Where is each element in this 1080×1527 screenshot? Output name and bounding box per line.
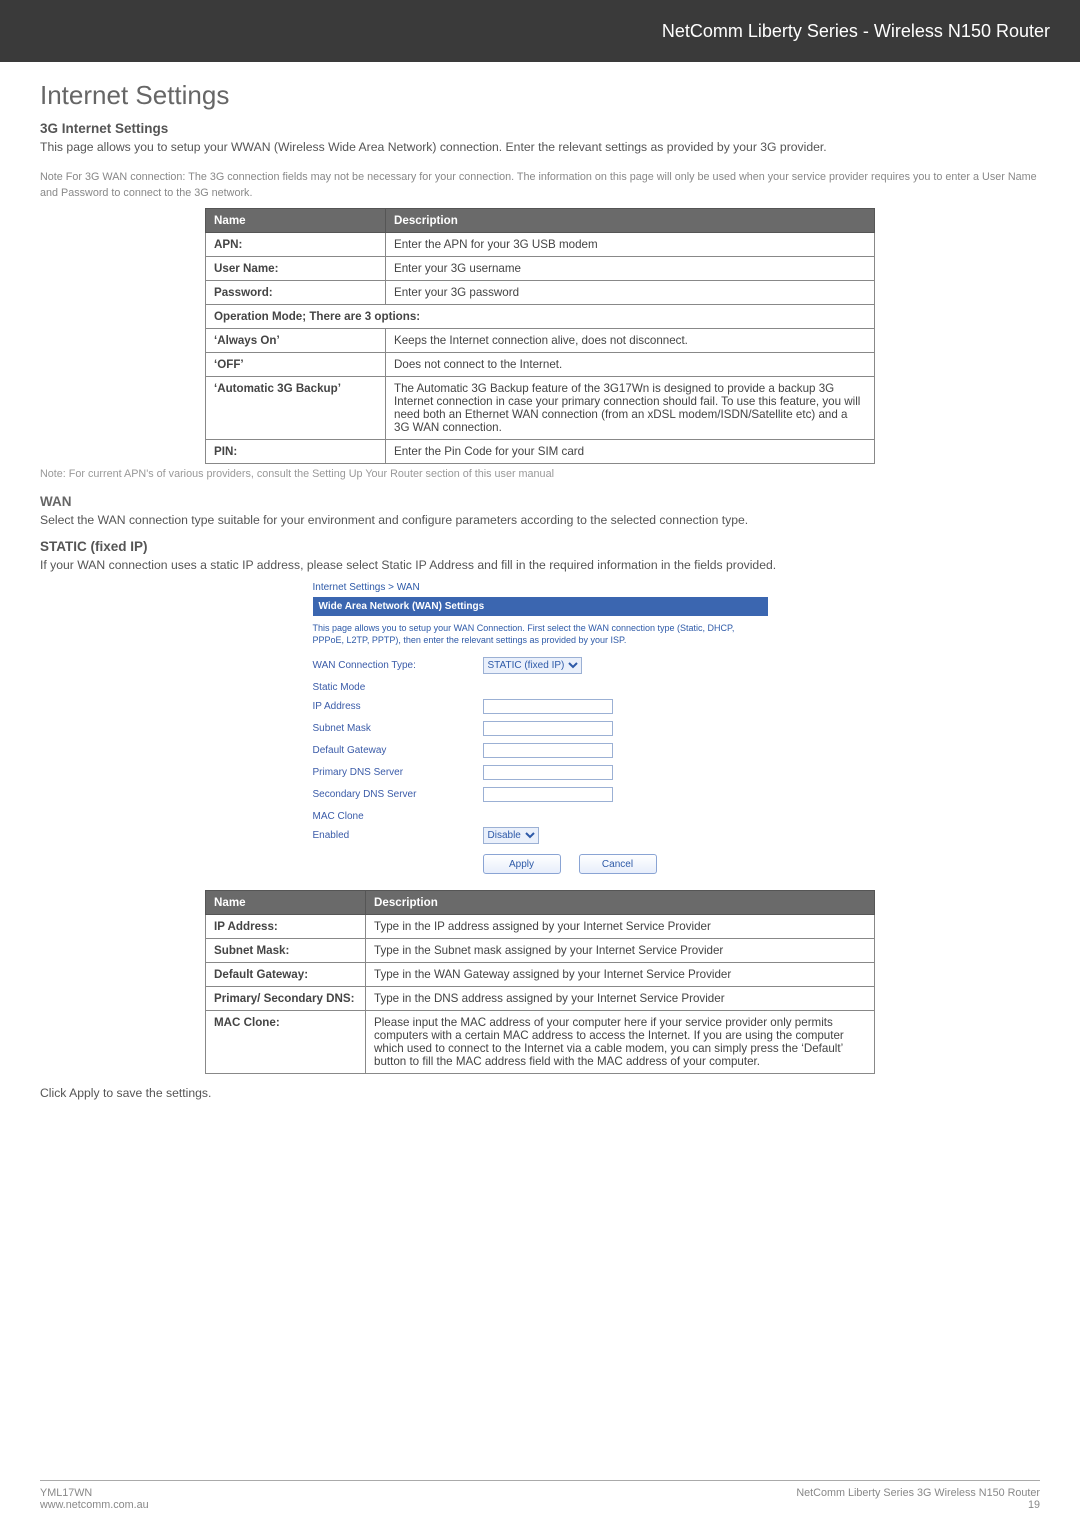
table-row: Default Gateway: Type in the WAN Gateway… [206, 963, 875, 987]
label-ip-address: IP Address [313, 701, 483, 712]
row-subnet-mask: Subnet Mask [313, 717, 768, 739]
cell-name: ‘Automatic 3G Backup’ [206, 376, 386, 439]
th-description: Description [366, 891, 875, 915]
note-apns: Note: For current APN's of various provi… [40, 468, 1040, 480]
cell-desc: Enter your 3G username [386, 256, 875, 280]
table-row: Subnet Mask: Type in the Subnet mask ass… [206, 939, 875, 963]
table-row: MAC Clone: Please input the MAC address … [206, 1011, 875, 1074]
label-secondary-dns: Secondary DNS Server [313, 789, 483, 800]
cell-desc: Keeps the Internet connection alive, doe… [386, 328, 875, 352]
table-row: APN: Enter the APN for your 3G USB modem [206, 232, 875, 256]
input-subnet-mask[interactable] [483, 721, 613, 736]
cell-desc: Enter the Pin Code for your SIM card [386, 439, 875, 463]
cell-name: Primary/ Secondary DNS: [206, 987, 366, 1011]
cell-name: Password: [206, 280, 386, 304]
intro-wan: Select the WAN connection type suitable … [40, 511, 1040, 529]
section-mac-clone: MAC Clone [313, 811, 768, 822]
top-banner: NetComm Liberty Series - Wireless N150 R… [0, 0, 1080, 62]
input-primary-dns[interactable] [483, 765, 613, 780]
table-static-fields: Name Description IP Address: Type in the… [205, 890, 875, 1074]
section-static-mode: Static Mode [313, 682, 768, 693]
input-secondary-dns[interactable] [483, 787, 613, 802]
cell-desc: Type in the IP address assigned by your … [366, 915, 875, 939]
table-3g-settings: Name Description APN: Enter the APN for … [205, 208, 875, 464]
row-ip-address: IP Address [313, 695, 768, 717]
table-row: User Name: Enter your 3G username [206, 256, 875, 280]
wan-settings-screenshot: Internet Settings > WAN Wide Area Networ… [313, 582, 768, 874]
footer-model: YML17WN [40, 1487, 149, 1499]
panel-title: Wide Area Network (WAN) Settings [313, 597, 768, 616]
table-row: ‘Automatic 3G Backup’ The Automatic 3G B… [206, 376, 875, 439]
page-content: Internet Settings 3G Internet Settings T… [0, 62, 1080, 1103]
cell-desc: Type in the WAN Gateway assigned by your… [366, 963, 875, 987]
th-name: Name [206, 891, 366, 915]
table-row: ‘OFF’ Does not connect to the Internet. [206, 352, 875, 376]
row-secondary-dns: Secondary DNS Server [313, 783, 768, 805]
footer-url: www.netcomm.com.au [40, 1499, 149, 1511]
cell-name: Subnet Mask: [206, 939, 366, 963]
heading-static-ip: STATIC (fixed IP) [40, 539, 1040, 554]
breadcrumb: Internet Settings > WAN [313, 582, 768, 593]
panel-intro: This page allows you to setup your WAN C… [313, 616, 768, 654]
footer-page-number: 19 [796, 1499, 1040, 1511]
cell-name: PIN: [206, 439, 386, 463]
cell-desc: Enter the APN for your 3G USB modem [386, 232, 875, 256]
select-mac-clone-enabled[interactable]: Disable [483, 827, 539, 844]
row-default-gateway: Default Gateway [313, 739, 768, 761]
page-title: Internet Settings [40, 80, 1040, 111]
input-ip-address[interactable] [483, 699, 613, 714]
cell-name: APN: [206, 232, 386, 256]
th-name: Name [206, 208, 386, 232]
page-footer: YML17WN www.netcomm.com.au NetComm Liber… [40, 1480, 1040, 1511]
footer-product: NetComm Liberty Series 3G Wireless N150 … [796, 1487, 1040, 1499]
label-default-gateway: Default Gateway [313, 745, 483, 756]
cell-name: ‘OFF’ [206, 352, 386, 376]
cell-desc: Does not connect to the Internet. [386, 352, 875, 376]
table-row: PIN: Enter the Pin Code for your SIM car… [206, 439, 875, 463]
cell-name: User Name: [206, 256, 386, 280]
label-conn-type: WAN Connection Type: [313, 660, 483, 671]
cell-desc: Enter your 3G password [386, 280, 875, 304]
cell-desc: Type in the DNS address assigned by your… [366, 987, 875, 1011]
table-row: Password: Enter your 3G password [206, 280, 875, 304]
heading-3g-internet-settings: 3G Internet Settings [40, 121, 1040, 136]
label-primary-dns: Primary DNS Server [313, 767, 483, 778]
cell-operation-mode: Operation Mode; There are 3 options: [206, 304, 875, 328]
table-row: ‘Always On’ Keeps the Internet connectio… [206, 328, 875, 352]
cell-name: MAC Clone: [206, 1011, 366, 1074]
label-enabled: Enabled [313, 830, 483, 841]
table-row: Primary/ Secondary DNS: Type in the DNS … [206, 987, 875, 1011]
table-row: IP Address: Type in the IP address assig… [206, 915, 875, 939]
apply-instruction: Click Apply to save the settings. [40, 1084, 1040, 1102]
cell-name: IP Address: [206, 915, 366, 939]
input-default-gateway[interactable] [483, 743, 613, 758]
note-3g-wan: Note For 3G WAN connection: The 3G conne… [40, 170, 1040, 201]
row-enabled: Enabled Disable [313, 824, 768, 846]
th-description: Description [386, 208, 875, 232]
button-row: Apply Cancel [483, 854, 768, 874]
cell-desc: Type in the Subnet mask assigned by your… [366, 939, 875, 963]
cell-desc: The Automatic 3G Backup feature of the 3… [386, 376, 875, 439]
cell-name: Default Gateway: [206, 963, 366, 987]
row-conn-type: WAN Connection Type: STATIC (fixed IP) [313, 654, 768, 676]
footer-right: NetComm Liberty Series 3G Wireless N150 … [796, 1487, 1040, 1511]
banner-title: NetComm Liberty Series - Wireless N150 R… [662, 21, 1050, 42]
intro-static-ip: If your WAN connection uses a static IP … [40, 556, 1040, 574]
label-subnet-mask: Subnet Mask [313, 723, 483, 734]
cell-name: ‘Always On’ [206, 328, 386, 352]
cell-desc: Please input the MAC address of your com… [366, 1011, 875, 1074]
select-wan-connection-type[interactable]: STATIC (fixed IP) [483, 657, 582, 674]
cancel-button[interactable]: Cancel [579, 854, 657, 874]
apply-button[interactable]: Apply [483, 854, 561, 874]
heading-wan: WAN [40, 494, 1040, 509]
intro-3g: This page allows you to setup your WWAN … [40, 138, 1040, 156]
footer-left: YML17WN www.netcomm.com.au [40, 1487, 149, 1511]
table-row-span: Operation Mode; There are 3 options: [206, 304, 875, 328]
row-primary-dns: Primary DNS Server [313, 761, 768, 783]
